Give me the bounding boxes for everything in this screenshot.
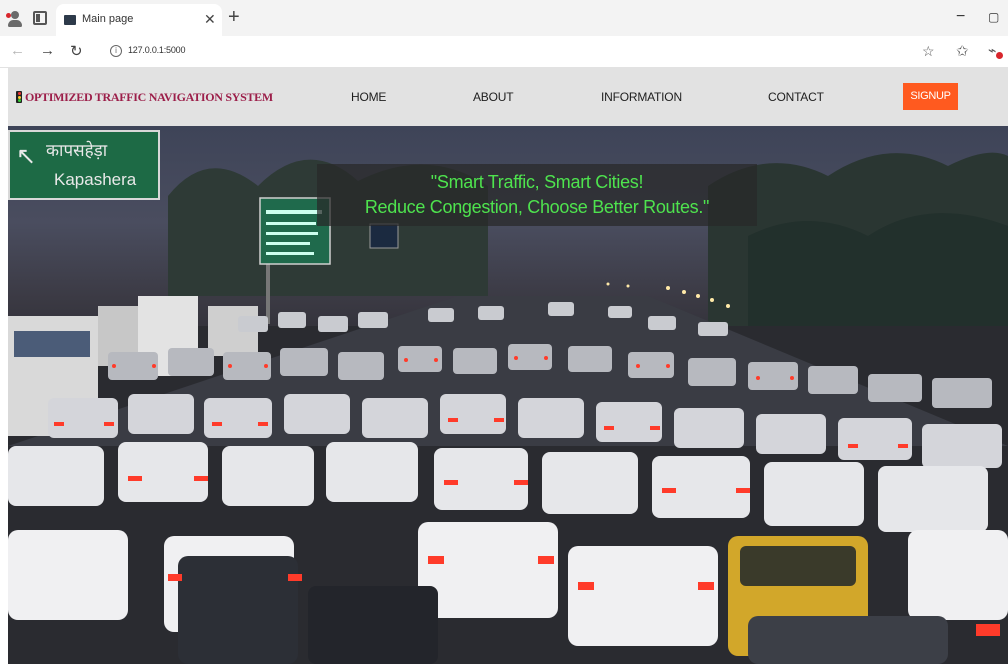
tab-close-icon[interactable]: ✕ bbox=[204, 11, 216, 28]
nav-information[interactable]: INFORMATION bbox=[601, 90, 682, 104]
slogan-box: "Smart Traffic, Smart Cities! Reduce Con… bbox=[317, 164, 757, 226]
signup-button[interactable]: SIGNUP bbox=[903, 83, 958, 110]
url-input[interactable]: i 127.0.0.1:5000 bbox=[100, 40, 910, 64]
brand-title[interactable]: OPTIMIZED TRAFFIC NAVIGATION SYSTEM bbox=[25, 90, 273, 105]
minimize-icon[interactable]: − bbox=[956, 8, 965, 26]
browser-tab[interactable]: Main page ✕ bbox=[56, 4, 222, 36]
maximize-icon[interactable]: ▢ bbox=[988, 10, 999, 24]
traffic-light-icon bbox=[16, 91, 22, 103]
profile-icon[interactable] bbox=[6, 10, 24, 28]
forward-icon[interactable]: → bbox=[40, 42, 55, 59]
browser-tab-bar: Main page ✕ + − ▢ bbox=[0, 0, 1008, 36]
slogan-line-1: "Smart Traffic, Smart Cities! bbox=[430, 172, 644, 192]
reload-icon[interactable]: ↻ bbox=[70, 42, 83, 60]
star-icon[interactable]: ☆ bbox=[922, 43, 935, 60]
nav-about[interactable]: ABOUT bbox=[473, 90, 514, 104]
tabs-icon[interactable] bbox=[33, 11, 47, 25]
nav-home[interactable]: HOME bbox=[351, 90, 386, 104]
extensions-icon[interactable]: ⌁ bbox=[988, 42, 1003, 59]
road-sign: ↖ कापसहेड़ा Kapashera bbox=[8, 130, 160, 200]
nav-contact[interactable]: CONTACT bbox=[768, 90, 824, 104]
site-navbar: OPTIMIZED TRAFFIC NAVIGATION SYSTEM HOME… bbox=[8, 68, 1008, 126]
back-icon[interactable]: ← bbox=[10, 42, 25, 59]
arrow-icon: ↖ bbox=[16, 143, 37, 170]
hero-section: ↖ कापसहेड़ा Kapashera "Smart Traffic, Sm… bbox=[8, 126, 1008, 664]
favicon-icon bbox=[64, 15, 76, 25]
sign-hindi-text: कापसहेड़ा bbox=[46, 141, 108, 160]
slogan-line-2: Reduce Congestion, Choose Better Routes.… bbox=[364, 197, 710, 217]
tab-title: Main page bbox=[82, 13, 134, 25]
address-toolbar: ← → ↻ i 127.0.0.1:5000 ☆ ✩ ⌁ bbox=[0, 36, 1008, 68]
info-icon[interactable]: i bbox=[110, 45, 122, 57]
favorites-icon[interactable]: ✩ bbox=[956, 42, 969, 60]
url-text: 127.0.0.1:5000 bbox=[128, 45, 186, 55]
sign-english-text: Kapashera bbox=[54, 170, 137, 189]
new-tab-icon[interactable]: + bbox=[228, 6, 240, 29]
